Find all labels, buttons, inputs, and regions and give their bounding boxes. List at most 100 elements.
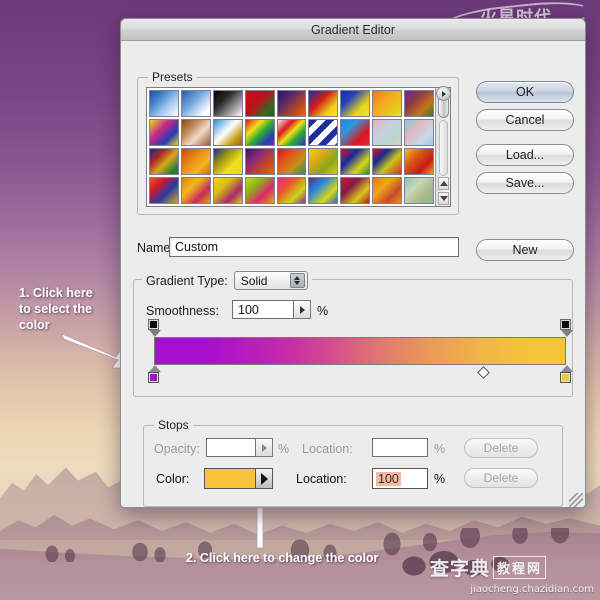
preset-scrollbar[interactable] — [435, 88, 450, 206]
preset-swatch[interactable] — [404, 148, 434, 175]
preset-swatch[interactable] — [244, 148, 275, 175]
preset-swatch[interactable] — [212, 177, 243, 204]
opacity-stop-left[interactable] — [148, 319, 161, 337]
cancel-button[interactable]: Cancel — [476, 109, 574, 131]
scrollbar-down-button[interactable] — [438, 192, 449, 205]
gradient-type-group: Gradient Type: Solid Smoothness: 100 % — [133, 271, 573, 397]
triangle-down-icon — [560, 330, 573, 337]
stepper-up-down-icon[interactable] — [289, 273, 305, 288]
preset-swatch[interactable] — [276, 177, 307, 204]
dialog-body: Presets OK Cancel Load... Save... New Na… — [121, 41, 585, 507]
preset-swatch[interactable] — [276, 90, 307, 117]
preset-swatch[interactable] — [308, 90, 339, 117]
gradient-editor-dialog[interactable]: Gradient Editor Presets OK Cancel Load..… — [120, 18, 586, 508]
triangle-up-icon — [560, 365, 573, 372]
presets-disclosure-button[interactable] — [436, 86, 451, 101]
name-input[interactable]: Custom — [169, 237, 459, 257]
preset-swatch[interactable] — [340, 148, 371, 175]
preset-swatch[interactable] — [372, 177, 403, 204]
stops-legend: Stops — [154, 418, 193, 432]
preset-swatch[interactable] — [340, 119, 371, 146]
preset-swatch[interactable] — [308, 148, 339, 175]
preset-swatch[interactable] — [308, 119, 339, 146]
preset-swatch[interactable] — [340, 90, 371, 117]
save-button[interactable]: Save... — [476, 172, 574, 194]
location-color-input[interactable]: 100 — [372, 468, 428, 489]
gradient-type-label: Gradient Type: — [146, 273, 228, 288]
preset-swatch[interactable] — [180, 119, 211, 146]
annotation-step-two: 2. Click here to change the color — [186, 551, 379, 565]
color-stop-square — [560, 372, 571, 383]
preset-swatch[interactable] — [340, 177, 371, 204]
presets-group: Presets — [137, 70, 459, 215]
location-color-unit: % — [434, 472, 446, 486]
smoothness-popup-button[interactable] — [294, 300, 311, 319]
preset-swatch[interactable] — [149, 119, 179, 146]
preset-swatch[interactable] — [372, 90, 403, 117]
color-label: Color: — [156, 472, 190, 486]
preset-swatch[interactable] — [372, 148, 403, 175]
smoothness-label: Smoothness: — [146, 304, 219, 318]
preset-swatch[interactable] — [244, 177, 275, 204]
diamond-midpoint-icon[interactable] — [477, 366, 490, 379]
preset-swatch[interactable] — [244, 119, 275, 146]
triangle-down-icon — [148, 330, 161, 337]
color-popup-button[interactable] — [256, 468, 273, 489]
triangle-up-icon — [439, 181, 448, 186]
gradient-type-select[interactable]: Solid — [233, 271, 308, 290]
preset-swatch[interactable] — [276, 148, 307, 175]
triangle-up-icon — [148, 365, 161, 372]
smoothness-unit: % — [317, 304, 329, 318]
opacity-popup-button[interactable] — [256, 438, 273, 457]
preset-swatch[interactable] — [149, 177, 179, 204]
preset-swatch[interactable] — [149, 90, 179, 117]
delete-color-stop-button[interactable]: Delete — [464, 468, 538, 488]
preset-swatch[interactable] — [404, 177, 434, 204]
preset-swatch[interactable] — [404, 90, 434, 117]
load-button[interactable]: Load... — [476, 144, 574, 166]
triangle-right-icon — [260, 472, 268, 485]
color-stop-left[interactable] — [148, 365, 161, 383]
gradient-type-value: Solid — [240, 273, 268, 288]
preset-swatch[interactable] — [308, 177, 339, 204]
preset-swatch[interactable] — [212, 148, 243, 175]
delete-opacity-stop-button[interactable]: Delete — [464, 438, 538, 458]
dialog-titlebar[interactable]: Gradient Editor — [121, 19, 585, 41]
location-color-label: Location: — [296, 472, 347, 486]
preset-swatch-grid[interactable] — [147, 88, 435, 206]
opacity-stop-right[interactable] — [560, 319, 573, 337]
scrollbar-up-button[interactable] — [438, 177, 449, 190]
preset-swatch[interactable] — [244, 90, 275, 117]
location-opacity-input[interactable] — [372, 438, 428, 457]
preset-swatch[interactable] — [212, 119, 243, 146]
preset-swatch[interactable] — [404, 119, 434, 146]
color-swatch[interactable] — [204, 468, 256, 489]
opacity-stop-square — [560, 319, 571, 330]
preset-swatch[interactable] — [180, 177, 211, 204]
gradient-type-legend-wrap: Gradient Type: Solid — [142, 271, 312, 290]
opacity-label: Opacity: — [154, 442, 200, 456]
dialog-title: Gradient Editor — [310, 22, 396, 37]
preset-swatch[interactable] — [212, 90, 243, 117]
stops-group: Stops Opacity: % Location: % Delete Colo… — [143, 418, 563, 507]
resize-grip-icon[interactable] — [569, 493, 583, 507]
preset-swatch-panel[interactable] — [146, 87, 451, 207]
preset-swatch[interactable] — [180, 148, 211, 175]
ok-button[interactable]: OK — [476, 81, 574, 103]
smoothness-input[interactable]: 100 — [232, 300, 294, 319]
location-opacity-label: Location: — [302, 442, 353, 456]
triangle-right-icon — [261, 443, 267, 452]
triangle-down-icon — [439, 196, 448, 201]
preset-swatch[interactable] — [276, 119, 307, 146]
preset-swatch[interactable] — [180, 90, 211, 117]
color-stop-right[interactable] — [560, 365, 573, 383]
gradient-preview-strip[interactable] — [154, 337, 566, 365]
scrollbar-track[interactable] — [439, 120, 448, 176]
color-stop-square — [148, 372, 159, 383]
preset-swatch[interactable] — [149, 148, 179, 175]
triangle-down-icon — [294, 281, 301, 285]
opacity-unit: % — [278, 442, 290, 456]
new-button[interactable]: New — [476, 239, 574, 261]
preset-swatch[interactable] — [372, 119, 403, 146]
opacity-input[interactable] — [206, 438, 256, 457]
